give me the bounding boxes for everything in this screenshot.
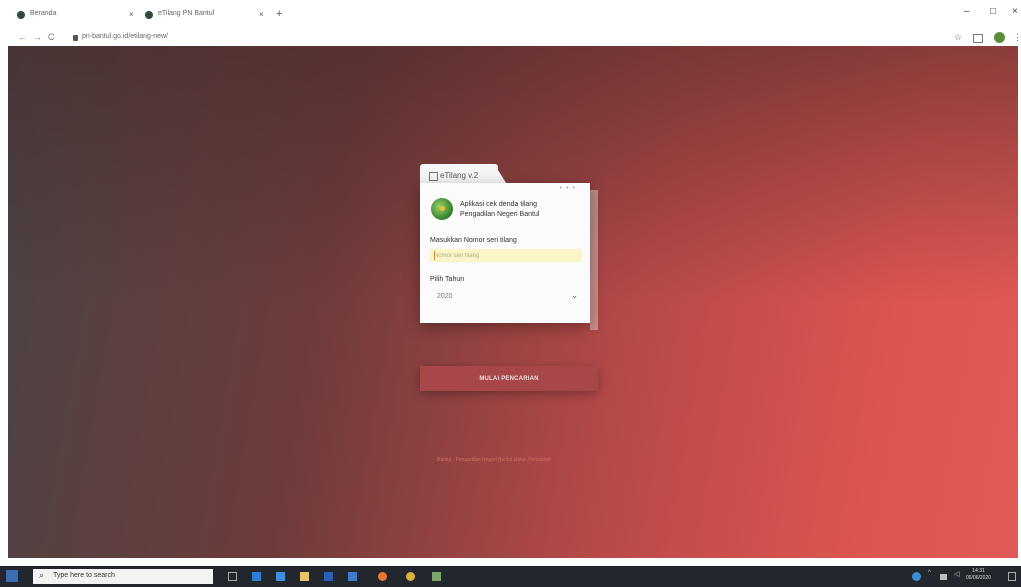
store-icon[interactable] <box>348 572 357 581</box>
reload-button[interactable]: C <box>48 32 55 42</box>
app-logo-icon <box>429 172 438 181</box>
footer-text: Bantul - Pengadilan Negeri Bantul <box>437 457 513 463</box>
bookmark-star-icon[interactable]: ☆ <box>954 32 962 43</box>
search-icon: ⌕ <box>39 570 45 580</box>
description-line-2: Pengadilan Negeri Bantul <box>460 211 540 218</box>
tab-title: eTilang PN Bantul <box>158 10 215 17</box>
tab-close-icon[interactable]: × <box>129 10 134 19</box>
browser-tab-bar: Beranda × eTilang PN Bantul × + – □ × <box>0 0 1021 32</box>
year-select-value: 2020 <box>437 293 453 300</box>
page-footer: Bantul - Pengadilan Negeri Bantul Untuk … <box>437 457 551 463</box>
url-field[interactable]: pn-bantul.go.id/etilang-new/ <box>82 33 168 40</box>
edge-icon[interactable] <box>252 572 261 581</box>
footer-link[interactable]: Untuk Pencarian <box>514 457 551 463</box>
taskbar-search-placeholder: Type here to search <box>53 572 115 579</box>
volume-icon[interactable]: ◁ <box>954 570 959 578</box>
year-label: Pilih Tahun <box>430 276 465 283</box>
app-title: eTilang v.2 <box>440 171 479 180</box>
firefox-icon[interactable] <box>378 572 387 581</box>
photos-icon[interactable] <box>432 572 441 581</box>
extensions-icon[interactable] <box>973 34 983 43</box>
text-caret <box>434 251 435 260</box>
forward-button[interactable]: → <box>33 32 42 42</box>
more-options-icon[interactable]: • • • <box>560 185 576 192</box>
ticket-number-label: Masukkan Nomor seri tilang <box>430 237 517 244</box>
file-explorer-icon[interactable] <box>300 572 309 581</box>
tab-favicon-icon <box>17 11 25 19</box>
clock-time: 14:31 <box>972 568 985 574</box>
browser-menu-icon[interactable]: ⋮ <box>1013 32 1021 43</box>
chrome-icon[interactable] <box>406 572 415 581</box>
browser-tab-beranda[interactable]: Beranda × <box>17 9 135 29</box>
windows-taskbar: ⌕ Type here to search ^ ◁ 14:31 06/06/20… <box>0 566 1021 587</box>
tray-app-icon[interactable] <box>912 572 921 581</box>
card-stack-shadow <box>590 190 598 330</box>
address-bar: ← → C pn-bantul.go.id/etilang-new/ ☆ ⋮ <box>0 32 1021 46</box>
clock-date: 06/06/2020 <box>966 575 992 581</box>
word-icon[interactable] <box>324 572 333 581</box>
close-window-button[interactable]: × <box>1012 6 1018 17</box>
battery-icon[interactable] <box>940 574 947 580</box>
tab-title: Beranda <box>30 10 57 17</box>
description-line-1: Aplikasi cek denda tilang <box>460 201 538 208</box>
taskbar-search-box[interactable]: ⌕ Type here to search <box>33 569 213 584</box>
lock-icon <box>73 35 78 41</box>
ticket-number-input[interactable] <box>430 249 582 262</box>
court-emblem-icon <box>431 198 453 220</box>
taskbar-clock[interactable]: 14:31 06/06/2020 <box>966 568 991 582</box>
task-view-icon[interactable] <box>228 572 237 581</box>
new-tab-button[interactable]: + <box>276 8 282 20</box>
profile-avatar[interactable] <box>994 32 1005 43</box>
minimize-button[interactable]: – <box>964 6 970 17</box>
back-button[interactable]: ← <box>18 32 27 42</box>
mail-icon[interactable] <box>276 572 285 581</box>
chevron-down-icon: ⌄ <box>571 291 578 300</box>
windows-start-icon[interactable] <box>6 570 18 582</box>
start-search-button[interactable]: MULAI PENCARIAN <box>420 366 598 391</box>
tab-close-icon[interactable]: × <box>259 10 264 19</box>
notification-icon[interactable] <box>1008 572 1016 581</box>
maximize-button[interactable]: □ <box>990 6 996 17</box>
browser-tab-etilang[interactable]: eTilang PN Bantul × <box>145 9 267 29</box>
tray-chevron-icon[interactable]: ^ <box>928 570 931 576</box>
tab-favicon-icon <box>145 11 153 19</box>
emblem-center <box>440 206 445 211</box>
year-select[interactable]: 2020 ⌄ <box>430 291 580 305</box>
app-description: Aplikasi cek denda tilang Pengadilan Neg… <box>460 200 539 220</box>
search-card: • • • Aplikasi cek denda tilang Pengadil… <box>420 183 590 323</box>
